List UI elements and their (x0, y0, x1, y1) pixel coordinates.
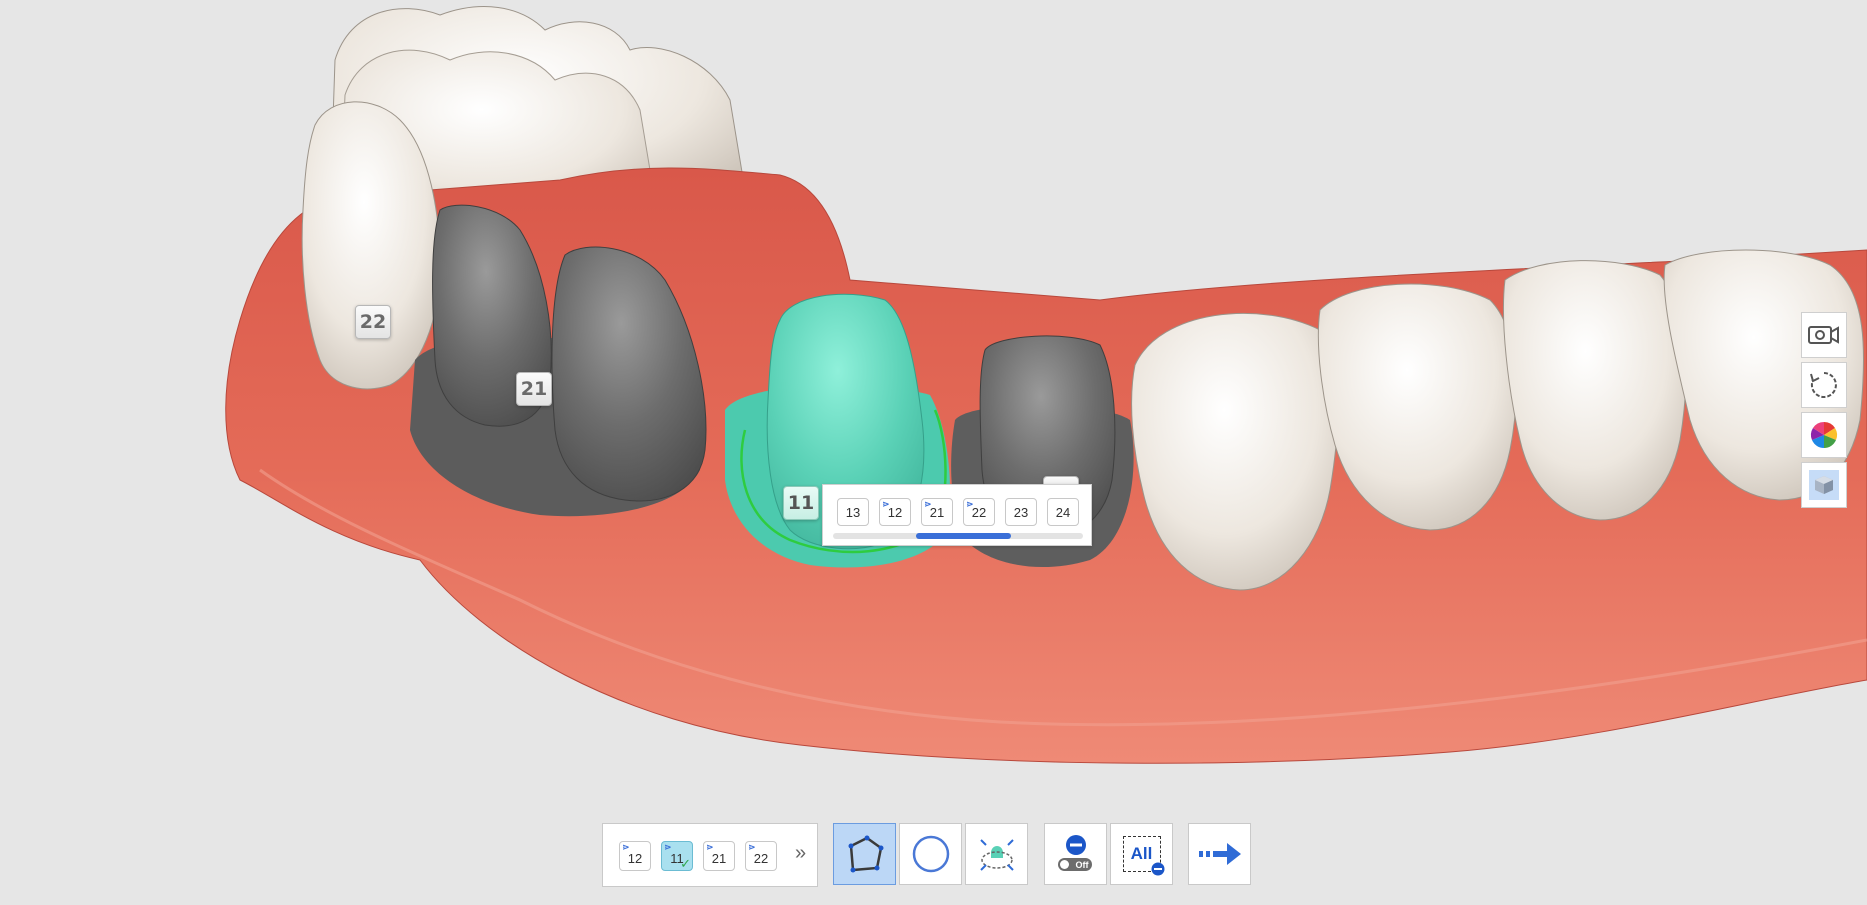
auto-margin-button[interactable] (965, 823, 1028, 885)
all-label: All (1130, 844, 1153, 863)
selector-tooth-12[interactable]: ⋗ 12 (879, 498, 911, 526)
circle-margin-button[interactable] (899, 823, 962, 885)
tab-tooth-11[interactable]: ⋗ 11 ✓ (661, 841, 693, 871)
selector-scroll-thumb[interactable] (915, 533, 1011, 539)
camera-icon (1808, 326, 1839, 344)
selector-tooth-23[interactable]: 23 (1005, 498, 1037, 526)
camera-button[interactable] (1801, 312, 1847, 358)
selector-tooth-13[interactable]: 13 (837, 498, 869, 526)
tooth-label-21[interactable]: 21 (516, 372, 552, 406)
toggle-off-button[interactable]: Off (1044, 823, 1107, 885)
selector-tooth-22[interactable]: ⋗ 22 (963, 498, 995, 526)
scan-viewport[interactable] (0, 0, 1867, 905)
prepared-mark-icon: ⋗ (622, 842, 630, 852)
tab-tooth-12[interactable]: ⋗ 12 (619, 841, 651, 871)
tooth-label-11[interactable]: 11 (783, 486, 819, 520)
polygon-margin-icon (848, 835, 883, 873)
minus-circle-icon (1151, 862, 1164, 876)
selector-tooth-21[interactable]: ⋗ 21 (921, 498, 953, 526)
margin-tools (833, 823, 1029, 887)
next-step-button[interactable] (1188, 823, 1251, 885)
selector-scrollbar[interactable] (833, 533, 1083, 539)
tooth-tabs: ⋗ 12 ⋗ 11 ✓ ⋗ 21 ⋗ 22 » (602, 823, 818, 887)
tab-tooth-21[interactable]: ⋗ 21 (703, 841, 735, 871)
color-wheel-icon (1810, 421, 1838, 448)
tooth-selector-popup: 13 ⋗ 12 ⋗ 21 ⋗ 22 23 24 (822, 484, 1092, 546)
prepared-mark-icon: ⋗ (664, 842, 672, 852)
color-map-button[interactable] (1801, 412, 1847, 458)
polygon-margin-button[interactable] (833, 823, 896, 885)
selector-tooth-24[interactable]: 24 (1047, 498, 1079, 526)
off-toggle: Off (1057, 858, 1092, 871)
cube-icon (1815, 476, 1833, 494)
view-mode-button[interactable] (1801, 462, 1847, 508)
reset-view-button[interactable] (1801, 362, 1847, 408)
rotate-icon (1810, 372, 1837, 398)
tab-tooth-22[interactable]: ⋗ 22 (745, 841, 777, 871)
remove-all-button[interactable]: All (1110, 823, 1173, 885)
prepared-mark-icon: ⋗ (966, 499, 974, 509)
auto-margin-icon (979, 839, 1014, 871)
prepared-mark-icon: ⋗ (924, 499, 932, 509)
circle-icon (912, 835, 949, 873)
more-teeth-icon[interactable]: » (795, 842, 806, 865)
check-icon: ✓ (680, 856, 691, 871)
arrow-right-icon (1198, 843, 1241, 865)
prepared-mark-icon: ⋗ (748, 842, 756, 852)
prepared-mark-icon: ⋗ (706, 842, 714, 852)
prepared-mark-icon: ⋗ (882, 499, 890, 509)
tooth-label-22[interactable]: 22 (355, 305, 391, 339)
minus-circle-icon (1065, 835, 1086, 855)
visibility-tools: Off All (1044, 823, 1174, 887)
